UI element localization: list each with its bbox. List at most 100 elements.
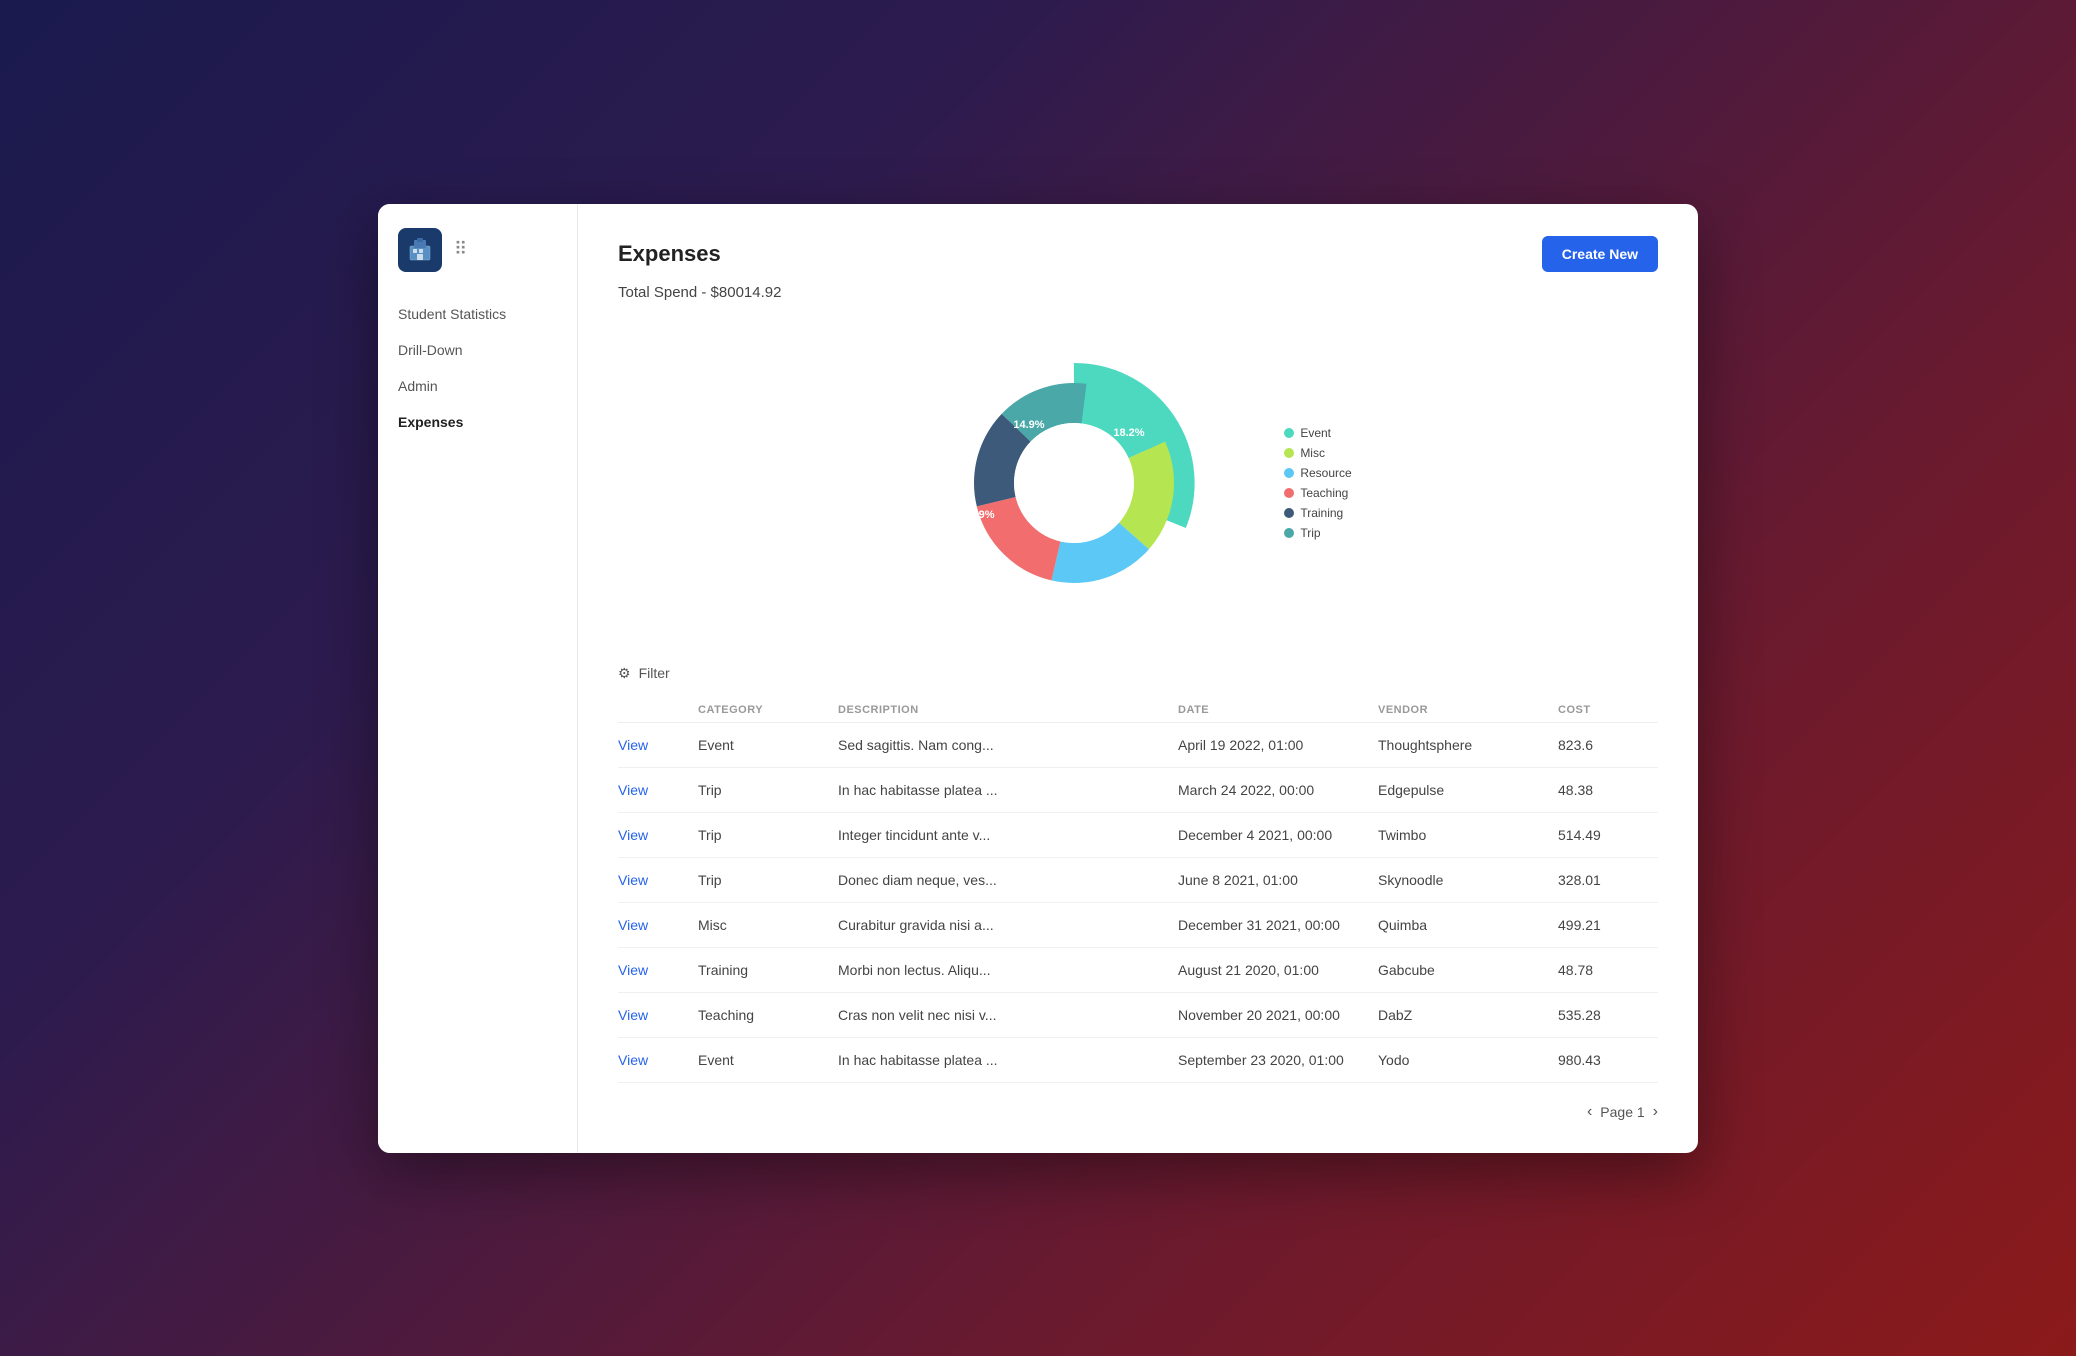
cell-description-0: Sed sagittis. Nam cong...: [838, 737, 1178, 753]
sidebar-item-drill-down[interactable]: Drill-Down: [378, 332, 577, 368]
view-link-7[interactable]: View: [618, 1052, 698, 1068]
table-row: View Teaching Cras non velit nec nisi v.…: [618, 993, 1658, 1038]
cell-vendor-4: Quimba: [1378, 917, 1558, 933]
legend-item-training: Training: [1284, 506, 1351, 520]
legend-item-resource: Resource: [1284, 466, 1351, 480]
prev-page-button[interactable]: ‹: [1587, 1103, 1592, 1121]
next-page-button[interactable]: ›: [1653, 1103, 1658, 1121]
legend-label-resource: Resource: [1300, 466, 1351, 480]
cell-description-5: Morbi non lectus. Aliqu...: [838, 962, 1178, 978]
cell-cost-1: 48.38: [1558, 782, 1658, 798]
view-link-4[interactable]: View: [618, 917, 698, 933]
cell-vendor-0: Thoughtsphere: [1378, 737, 1558, 753]
misc-dot: [1284, 448, 1294, 458]
view-link-6[interactable]: View: [618, 1007, 698, 1023]
cell-cost-5: 48.78: [1558, 962, 1658, 978]
legend-label-teaching: Teaching: [1300, 486, 1348, 500]
cell-cost-4: 499.21: [1558, 917, 1658, 933]
view-link-1[interactable]: View: [618, 782, 698, 798]
cell-date-7: September 23 2020, 01:00: [1178, 1052, 1378, 1068]
cell-description-1: In hac habitasse platea ...: [838, 782, 1178, 798]
cell-category-5: Training: [698, 962, 838, 978]
cell-vendor-1: Edgepulse: [1378, 782, 1558, 798]
cell-date-1: March 24 2022, 00:00: [1178, 782, 1378, 798]
logo-icon: [398, 228, 442, 272]
chart-section: 18.2% 18.3% 17.1% 17.6% 15.9% 14.9%: [618, 333, 1658, 633]
table-body: View Event Sed sagittis. Nam cong... Apr…: [618, 723, 1658, 1083]
cell-vendor-7: Yodo: [1378, 1052, 1558, 1068]
cell-cost-2: 514.49: [1558, 827, 1658, 843]
svg-text:15.9%: 15.9%: [964, 509, 995, 521]
sidebar-item-admin[interactable]: Admin: [378, 368, 577, 404]
cell-category-0: Event: [698, 737, 838, 753]
event-dot: [1284, 428, 1294, 438]
cell-date-6: November 20 2021, 00:00: [1178, 1007, 1378, 1023]
sidebar-nav: Student Statistics Drill-Down Admin Expe…: [378, 296, 577, 440]
svg-text:18.3%: 18.3%: [1161, 544, 1192, 556]
cell-category-1: Trip: [698, 782, 838, 798]
cell-vendor-3: Skynoodle: [1378, 872, 1558, 888]
cell-description-3: Donec diam neque, ves...: [838, 872, 1178, 888]
trip-dot: [1284, 528, 1294, 538]
cell-cost-6: 535.28: [1558, 1007, 1658, 1023]
cell-vendor-5: Gabcube: [1378, 962, 1558, 978]
chart-legend: Event Misc Resource Teaching Training: [1284, 426, 1351, 540]
grid-icon[interactable]: ⠿: [454, 239, 467, 260]
legend-item-event: Event: [1284, 426, 1351, 440]
svg-text:18.2%: 18.2%: [1114, 427, 1145, 439]
view-link-0[interactable]: View: [618, 737, 698, 753]
cell-description-2: Integer tincidunt ante v...: [838, 827, 1178, 843]
cell-date-3: June 8 2021, 01:00: [1178, 872, 1378, 888]
legend-label-event: Event: [1300, 426, 1331, 440]
cell-vendor-2: Twimbo: [1378, 827, 1558, 843]
legend-label-trip: Trip: [1300, 526, 1320, 540]
filter-label: Filter: [639, 665, 670, 681]
sidebar-logo: ⠿: [378, 228, 577, 296]
table-row: View Event In hac habitasse platea ... S…: [618, 1038, 1658, 1083]
cell-category-3: Trip: [698, 872, 838, 888]
col-header-vendor: VENDOR: [1378, 704, 1558, 716]
app-container: ⠿ Student Statistics Drill-Down Admin Ex…: [378, 204, 1698, 1153]
cell-category-7: Event: [698, 1052, 838, 1068]
svg-text:17.1%: 17.1%: [1102, 624, 1133, 633]
col-header-action: [618, 704, 698, 716]
filter-icon: ⚙: [618, 665, 631, 682]
cell-vendor-6: DabZ: [1378, 1007, 1558, 1023]
cell-description-7: In hac habitasse platea ...: [838, 1052, 1178, 1068]
main-header: Expenses Create New: [618, 236, 1658, 272]
legend-item-trip: Trip: [1284, 526, 1351, 540]
cell-date-0: April 19 2022, 01:00: [1178, 737, 1378, 753]
col-header-cost: COST: [1558, 704, 1658, 716]
legend-item-teaching: Teaching: [1284, 486, 1351, 500]
svg-text:17.6%: 17.6%: [1004, 609, 1035, 621]
cell-category-6: Teaching: [698, 1007, 838, 1023]
training-dot: [1284, 508, 1294, 518]
pagination: ‹ Page 1 ›: [618, 1103, 1658, 1121]
cell-cost-0: 823.6: [1558, 737, 1658, 753]
create-new-button[interactable]: Create New: [1542, 236, 1658, 272]
resource-dot: [1284, 468, 1294, 478]
col-header-description: DESCRIPTION: [838, 704, 1178, 716]
table-row: View Event Sed sagittis. Nam cong... Apr…: [618, 723, 1658, 768]
legend-label-training: Training: [1300, 506, 1343, 520]
main-content: Expenses Create New Total Spend - $80014…: [578, 204, 1698, 1153]
table-row: View Misc Curabitur gravida nisi a... De…: [618, 903, 1658, 948]
cell-category-4: Misc: [698, 917, 838, 933]
cell-date-2: December 4 2021, 00:00: [1178, 827, 1378, 843]
table-row: View Trip Integer tincidunt ante v... De…: [618, 813, 1658, 858]
page-label: Page 1: [1600, 1104, 1644, 1120]
cell-cost-7: 980.43: [1558, 1052, 1658, 1068]
view-link-3[interactable]: View: [618, 872, 698, 888]
filter-row[interactable]: ⚙ Filter: [618, 665, 1658, 682]
sidebar-item-student-statistics[interactable]: Student Statistics: [378, 296, 577, 332]
table-row: View Trip Donec diam neque, ves... June …: [618, 858, 1658, 903]
teaching-dot: [1284, 488, 1294, 498]
legend-item-misc: Misc: [1284, 446, 1351, 460]
view-link-2[interactable]: View: [618, 827, 698, 843]
cell-description-4: Curabitur gravida nisi a...: [838, 917, 1178, 933]
col-header-date: DATE: [1178, 704, 1378, 716]
view-link-5[interactable]: View: [618, 962, 698, 978]
cell-category-2: Trip: [698, 827, 838, 843]
page-title: Expenses: [618, 241, 721, 267]
sidebar-item-expenses[interactable]: Expenses: [378, 404, 577, 440]
